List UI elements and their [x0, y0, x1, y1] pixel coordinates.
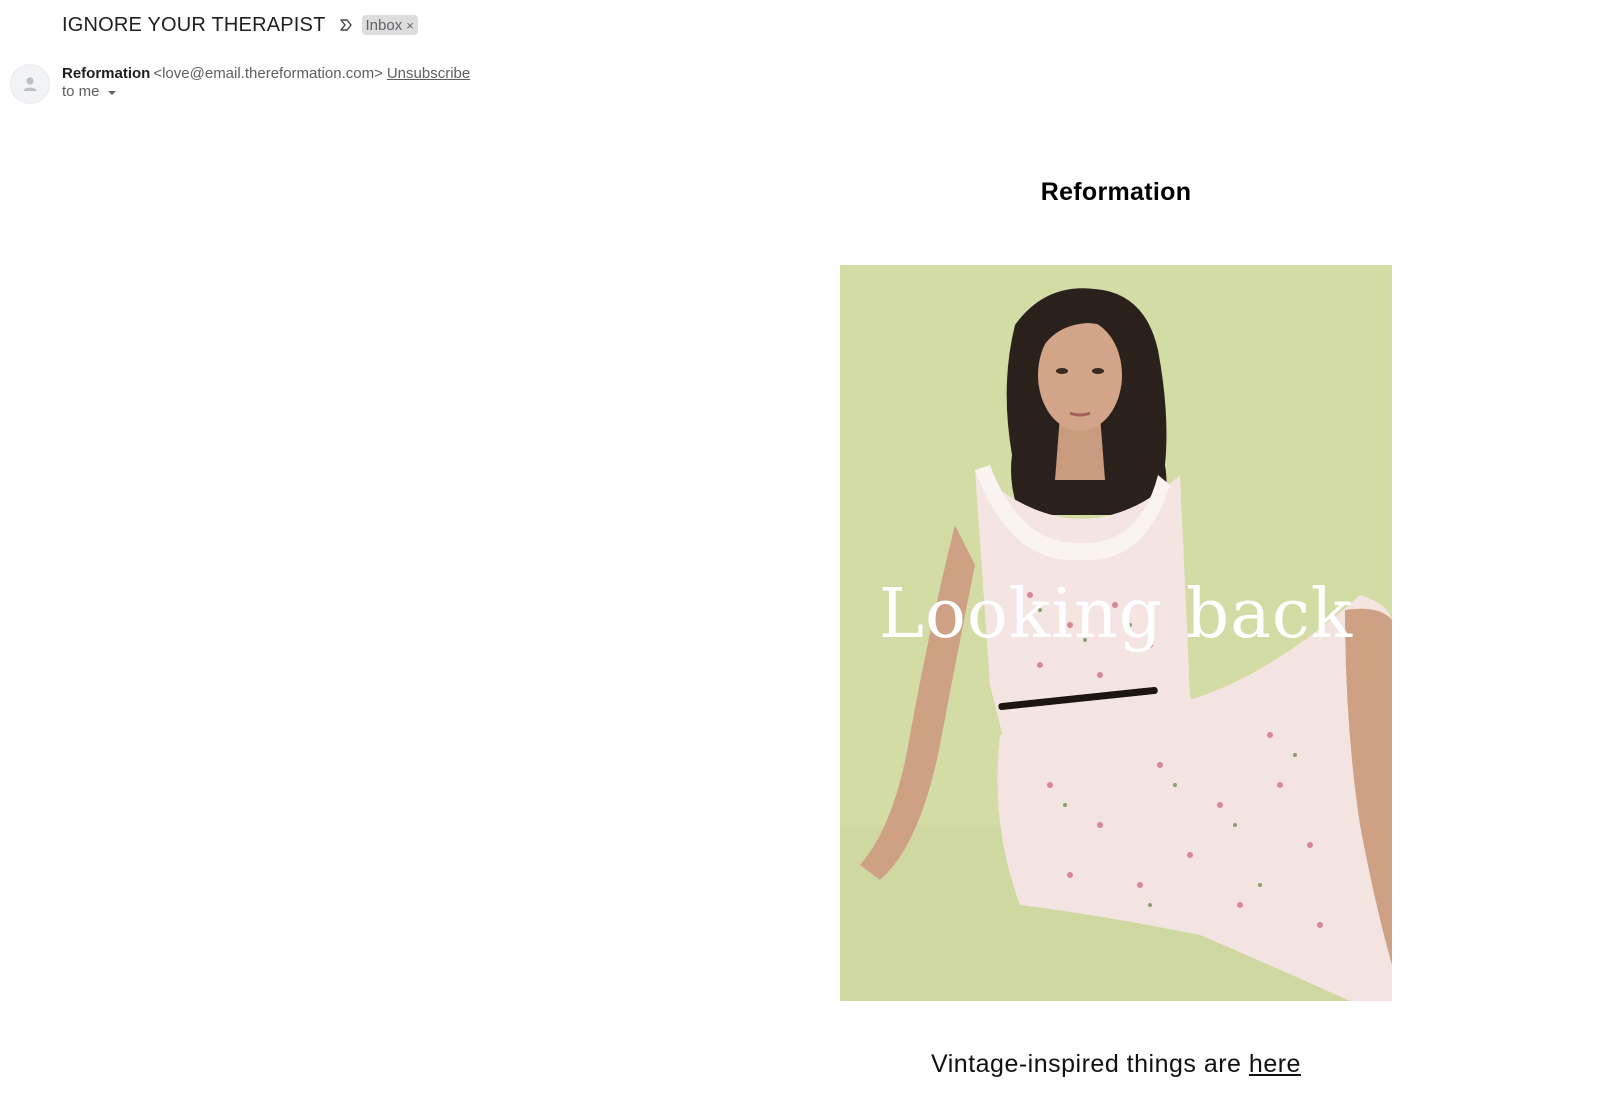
- unsubscribe-link[interactable]: Unsubscribe: [387, 65, 470, 82]
- caret-down-icon[interactable]: [107, 90, 116, 95]
- sender-line: Reformation <love@email.thereformation.co…: [62, 64, 470, 83]
- sender-name[interactable]: Reformation: [62, 65, 150, 82]
- sender-email: <love@email.thereformation.com>: [153, 65, 383, 82]
- tagline: Vintage-inspired things are here: [840, 1050, 1392, 1079]
- tagline-text: Vintage-inspired things are: [931, 1050, 1242, 1078]
- inbox-label-chip[interactable]: Inbox ×: [361, 15, 418, 35]
- recipient-line: to me: [62, 83, 116, 100]
- remove-label-icon[interactable]: ×: [406, 19, 414, 32]
- email-view: IGNORE YOUR THERAPIST Inbox × Reformatio…: [0, 0, 1600, 1108]
- person-icon: [23, 77, 37, 91]
- email-subject: IGNORE YOUR THERAPIST: [62, 13, 326, 36]
- label-chip-text: Inbox: [365, 16, 403, 34]
- avatar[interactable]: [10, 64, 50, 104]
- subject-row: IGNORE YOUR THERAPIST Inbox ×: [62, 12, 418, 38]
- brand-logo[interactable]: Reformation: [840, 178, 1392, 207]
- hero-headline: Looking back: [878, 575, 1354, 654]
- importance-marker-icon[interactable]: [338, 17, 354, 33]
- here-link[interactable]: here: [1249, 1050, 1301, 1078]
- hero-image[interactable]: Looking back: [840, 265, 1392, 1001]
- recipient-text: to me: [62, 83, 100, 100]
